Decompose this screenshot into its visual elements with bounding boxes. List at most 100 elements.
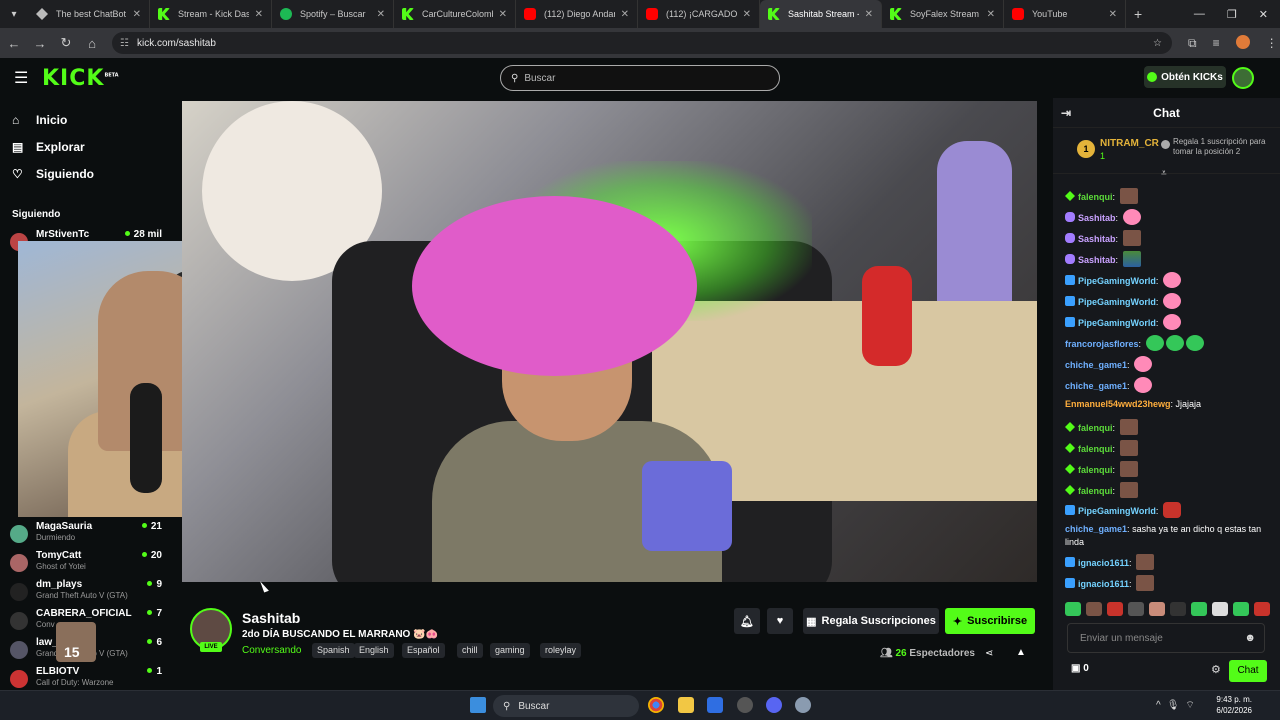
obs-icon[interactable] (737, 697, 753, 713)
tag-chip[interactable]: gaming (490, 643, 530, 658)
search-input[interactable]: ⚲ Buscar (500, 65, 780, 91)
chat-username[interactable]: PipeGamingWorld (1078, 318, 1156, 328)
bookmark-star-icon[interactable]: ☆ (1153, 38, 1162, 49)
emoji-icon[interactable]: ☻ (1244, 632, 1256, 644)
settings-icon[interactable] (795, 697, 811, 713)
tab-search-icon[interactable]: ▾ (0, 0, 28, 28)
chat-username[interactable]: falenqui (1078, 423, 1113, 433)
file-explorer-icon[interactable] (678, 697, 694, 713)
chat-username[interactable]: francorojasflores (1065, 339, 1139, 349)
minimize-icon[interactable]: — (1194, 8, 1205, 21)
chat-username[interactable]: chiche_game1 (1065, 360, 1127, 370)
tag-chip[interactable]: Spanish (312, 643, 355, 658)
extensions-icon[interactable]: ⧉ (1188, 36, 1197, 51)
emote-icon[interactable] (1212, 602, 1228, 616)
report-icon[interactable]: ▲ (1016, 647, 1026, 658)
video-player[interactable] (182, 101, 1037, 582)
tab-7[interactable]: SoyFalex Stream - W✕ (882, 0, 1004, 28)
site-info-icon[interactable]: ☷ (120, 38, 129, 49)
wifi-icon[interactable]: ⌔ (1185, 700, 1200, 711)
expand-icon[interactable]: ⩡ (1161, 168, 1167, 179)
collapse-chat-icon[interactable]: ⇥ (1061, 106, 1071, 120)
sidebar-item-inicio[interactable]: ⌂ Inicio (0, 106, 170, 133)
tag-chip[interactable]: Español (402, 643, 445, 658)
send-chat-button[interactable]: Chat (1229, 660, 1267, 682)
gear-icon[interactable]: ⚙ (1211, 663, 1221, 676)
streamer-name[interactable]: Sashitab (242, 610, 300, 626)
get-kicks-button[interactable]: Obtén KICKs (1144, 66, 1226, 88)
chat-username[interactable]: Sashitab (1078, 234, 1116, 244)
menu-dots-icon[interactable]: ⋮ (1266, 36, 1278, 50)
chrome-icon[interactable] (648, 697, 664, 713)
tag-chip[interactable]: chill (457, 643, 483, 658)
following-item[interactable]: dm_plays Grand Theft Auto V (GTA) 9 (10, 579, 162, 607)
media-icon[interactable]: ≡ (1213, 36, 1220, 50)
chat-username[interactable]: PipeGamingWorld (1078, 506, 1156, 516)
sidebar-item-explorar[interactable]: ▤ Explorar (0, 133, 170, 160)
chat-username[interactable]: PipeGamingWorld (1078, 276, 1156, 286)
url-field[interactable]: ☷ kick.com/sashitab ☆ (112, 32, 1172, 54)
chat-username[interactable]: ignacio1611 (1078, 579, 1129, 589)
following-item[interactable]: TomyCatt Ghost of Yotei 20 (10, 550, 162, 578)
windows-start-icon[interactable] (470, 697, 486, 713)
tab-2[interactable]: Spotify – Buscar ✕ (272, 0, 394, 28)
tab-1[interactable]: Stream - Kick Dashbo✕ (150, 0, 272, 28)
tab-5[interactable]: (112) ¡CARGADOS de✕ (638, 0, 760, 28)
emote-icon[interactable] (1170, 602, 1186, 616)
emote-icon[interactable] (1233, 602, 1249, 616)
home-icon[interactable]: ⌂ (80, 36, 104, 51)
emote-icon[interactable] (1191, 602, 1207, 616)
back-icon[interactable]: ← (2, 36, 26, 51)
close-tab-icon[interactable]: ✕ (255, 9, 263, 20)
store-icon[interactable] (707, 697, 723, 713)
chat-username[interactable]: PipeGamingWorld (1078, 297, 1156, 307)
tag-chip[interactable]: roleylay (540, 643, 582, 658)
close-tab-icon[interactable]: ✕ (1109, 9, 1117, 20)
emote-icon[interactable] (1065, 602, 1081, 616)
close-tab-icon[interactable]: ✕ (987, 9, 995, 20)
taskbar-search[interactable]: ⚲ Buscar (493, 695, 639, 717)
leader-name[interactable]: NITRAM_CR (1100, 138, 1159, 149)
chat-username[interactable]: chiche_game1 (1065, 381, 1127, 391)
emote-icon[interactable] (1128, 602, 1144, 616)
chat-username[interactable]: chiche_game1 (1065, 524, 1127, 534)
tag-chip[interactable]: English (354, 643, 394, 658)
close-tab-icon[interactable]: ✕ (377, 9, 385, 20)
chat-username[interactable]: falenqui (1078, 444, 1113, 454)
emote-icon[interactable] (1086, 602, 1102, 616)
close-tab-icon[interactable]: ✕ (499, 9, 507, 20)
chat-username[interactable]: falenqui (1078, 192, 1113, 202)
gift-subs-button[interactable]: ▦ Regala Suscripciones (803, 608, 939, 634)
tab-6[interactable]: Sashitab Stream - Wa✕ (760, 0, 882, 28)
close-tab-icon[interactable]: ✕ (133, 9, 141, 20)
follow-button[interactable]: ♥ (767, 608, 793, 634)
close-tab-icon[interactable]: ✕ (743, 9, 751, 20)
discord-icon[interactable] (766, 697, 782, 713)
tab-4[interactable]: (112) Diego Andarieg✕ (516, 0, 638, 28)
chat-username[interactable]: Sashitab (1078, 213, 1116, 223)
kick-logo[interactable]: KICKBETA (42, 66, 119, 91)
profile-avatar[interactable] (1235, 34, 1250, 52)
system-clock[interactable]: 9:43 p. m. 6/02/2026 (1210, 694, 1252, 716)
chat-username[interactable]: falenqui (1078, 465, 1113, 475)
tab-0[interactable]: The best ChatBot and✕ (28, 0, 150, 28)
close-tab-icon[interactable]: ✕ (621, 9, 629, 20)
notifications-button[interactable]: 🔔︎ (734, 608, 760, 634)
stream-category[interactable]: Conversando (242, 645, 301, 656)
tab-8[interactable]: YouTube ✕ (1004, 0, 1126, 28)
user-avatar[interactable] (1232, 67, 1254, 89)
share-icon[interactable]: ⋖ (985, 648, 993, 659)
chat-username[interactable]: falenqui (1078, 486, 1113, 496)
chat-username[interactable]: Sashitab (1078, 255, 1116, 265)
tab-3[interactable]: CarCultureColombia✕ (394, 0, 516, 28)
mic-icon[interactable]: 🎙︎ (1167, 700, 1186, 711)
reload-icon[interactable]: ↻ (54, 35, 78, 51)
chevron-up-icon[interactable]: ^ (1156, 700, 1167, 711)
chat-username[interactable]: ignacio1611 (1078, 558, 1129, 568)
subscribe-button[interactable]: ✦ Suscribirse (945, 608, 1035, 634)
forward-icon[interactable]: → (28, 36, 52, 51)
emote-icon[interactable] (1107, 602, 1123, 616)
restore-icon[interactable]: ❐ (1227, 8, 1237, 21)
following-item[interactable]: MagaSauria Durmiendo 21 (10, 521, 162, 549)
chat-username[interactable]: Enmanuel54wwd23hewg (1065, 399, 1171, 409)
